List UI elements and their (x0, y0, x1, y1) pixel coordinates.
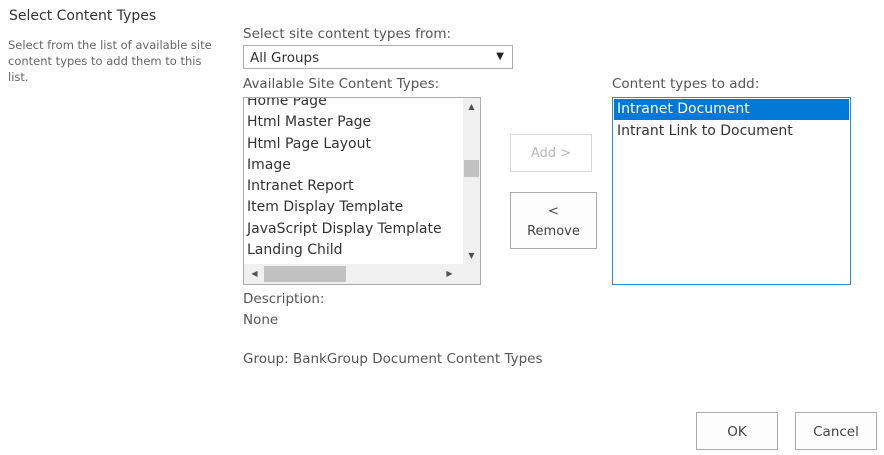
list-item[interactable]: Home Page (244, 98, 460, 112)
scroll-down-icon[interactable]: ▼ (463, 247, 480, 264)
horizontal-scroll-thumb[interactable] (264, 266, 346, 282)
vertical-scroll-thumb[interactable] (464, 160, 479, 177)
section-description: Select from the list of available site c… (8, 38, 212, 84)
scroll-left-icon[interactable]: ◀ (246, 264, 263, 284)
source-label: Select site content types from: (243, 26, 452, 42)
ok-button[interactable]: OK (696, 412, 778, 450)
content-types-to-add-list[interactable]: Intranet Document Intrant Link to Docume… (612, 97, 851, 285)
section-title: Select Content Types (9, 8, 157, 24)
list-item[interactable]: JavaScript Display Template (244, 219, 460, 240)
description-value: None (243, 312, 279, 328)
remove-button[interactable]: < Remove (510, 192, 597, 249)
available-content-types-list[interactable]: Home Page Html Master Page Html Page Lay… (243, 97, 481, 285)
horizontal-scrollbar[interactable]: ◀ ▶ (244, 264, 480, 284)
list-item-selected[interactable]: Intranet Document (614, 99, 849, 120)
available-label: Available Site Content Types: (243, 76, 440, 92)
group-label: Group: BankGroup Document Content Types (243, 351, 543, 367)
dropdown-arrow-icon[interactable]: ▼ (496, 51, 504, 62)
list-item[interactable]: Intrant Link to Document (614, 121, 849, 142)
list-item[interactable]: Landing Child (244, 240, 460, 261)
vertical-scrollbar[interactable]: ▲ ▼ (463, 98, 480, 264)
list-item[interactable]: Image (244, 155, 460, 176)
list-item[interactable]: Item Display Template (244, 197, 460, 218)
add-button[interactable]: Add > (510, 134, 592, 172)
scroll-up-icon[interactable]: ▲ (463, 98, 480, 115)
list-item[interactable]: Html Page Layout (244, 134, 460, 155)
list-item[interactable]: Intranet Report (244, 176, 460, 197)
list-items: Home Page Html Master Page Html Page Lay… (244, 98, 460, 261)
list-item[interactable]: Html Master Page (244, 112, 460, 133)
scroll-right-icon[interactable]: ▶ (441, 264, 458, 284)
scrollbar-corner (461, 264, 480, 284)
description-label: Description: (243, 291, 325, 307)
remove-label: Remove (527, 224, 580, 239)
cancel-button[interactable]: Cancel (795, 412, 877, 450)
to-add-label: Content types to add: (612, 76, 760, 92)
content-type-group-select[interactable]: All Groups ▼ (243, 45, 513, 69)
select-value: All Groups (250, 50, 320, 66)
remove-arrow: < (548, 204, 559, 219)
